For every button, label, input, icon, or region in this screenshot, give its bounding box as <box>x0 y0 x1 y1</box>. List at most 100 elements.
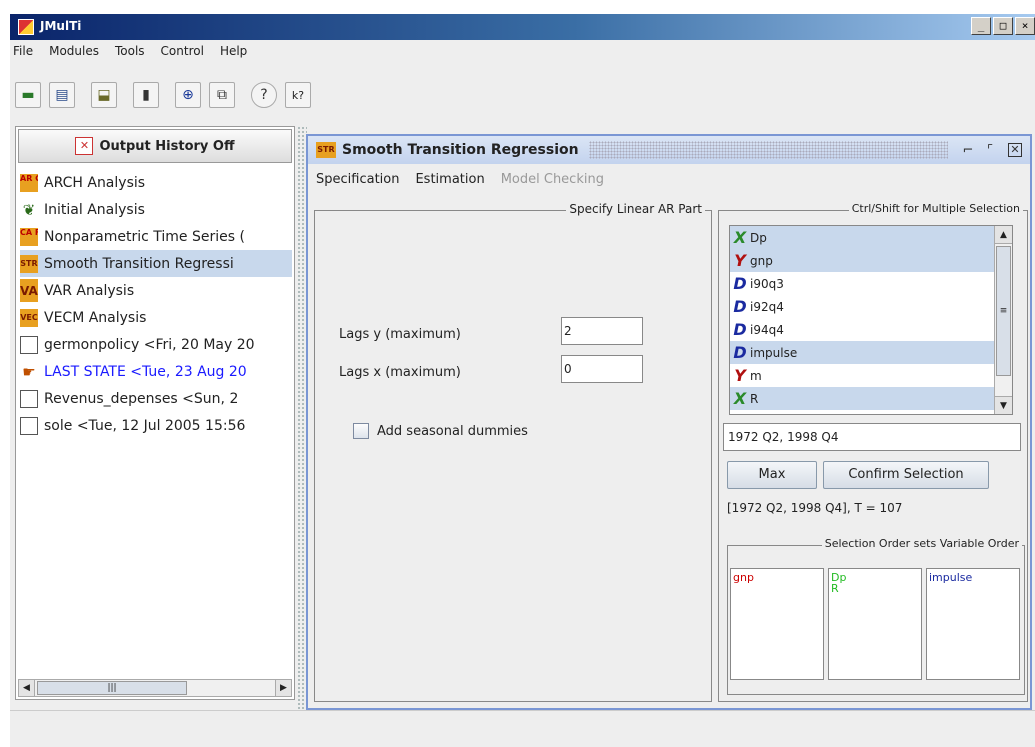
tree-item[interactable]: ❦ Initial Analysis <box>20 196 292 223</box>
seasonal-dummies-checkbox[interactable]: Add seasonal dummies <box>353 423 528 439</box>
scroll-left-icon[interactable]: ◀ <box>19 680 35 696</box>
variable-type-badge: D <box>733 343 747 362</box>
order-item: impulse <box>929 571 973 584</box>
tree-item-label: Smooth Transition Regressi <box>44 255 234 272</box>
variable-item[interactable]: Ygnp <box>730 249 1012 272</box>
selection-order-panel: Selection Order sets Variable Order gnp … <box>727 537 1025 695</box>
calculator-icon[interactable]: ▮ <box>133 82 159 108</box>
str-icon: STR <box>316 142 336 158</box>
variable-type-badge: Y <box>734 251 746 270</box>
document-icon <box>20 389 38 408</box>
variable-list[interactable]: X Dp Ygnp Di90q3 Di92q4 Di94q4 Dimpulse Ym X R ▲ … <box>729 225 1013 415</box>
iconify-icon[interactable]: ⌐ <box>958 143 978 158</box>
max-button[interactable]: Max <box>727 461 817 489</box>
variable-name: R <box>750 391 759 406</box>
variable-name: i92q4 <box>750 299 784 314</box>
tree-item-label: germonpolicy <Fri, 20 May 20 <box>44 336 255 353</box>
sample-status: [1972 Q2, 1998 Q4], T = 107 <box>727 501 903 515</box>
menu-model-checking: Model Checking <box>500 172 604 187</box>
maximize-button[interactable]: □ <box>993 17 1013 35</box>
lags-x-input[interactable]: 0 <box>561 355 643 383</box>
lags-y-label: Lags y (maximum) <box>339 327 461 342</box>
lags-y-input[interactable]: 2 <box>561 317 643 345</box>
tree-item-label: sole <Tue, 12 Jul 2005 15:56 <box>44 417 246 434</box>
menu-specification[interactable]: Specification <box>316 172 399 187</box>
menu-control[interactable]: Control <box>153 42 212 62</box>
list-scroll-thumb[interactable]: ≡ <box>996 246 1011 376</box>
linear-ar-panel: Specify Linear AR Part Lags y (maximum) … <box>314 202 712 702</box>
menu-modules[interactable]: Modules <box>41 42 107 62</box>
close-button[interactable]: × <box>1015 17 1035 35</box>
tree-item[interactable]: AR CH ARCH Analysis <box>20 169 292 196</box>
order-box-deterministic: impulse <box>926 568 1020 680</box>
variable-selection-panel: Ctrl/Shift for Multiple Selection X Dp Ygn… <box>718 202 1028 702</box>
tree-item-label: Nonparametric Time Series ( <box>44 228 245 245</box>
confirm-selection-button[interactable]: Confirm Selection <box>823 461 989 489</box>
horizontal-scrollbar[interactable]: ◀ ||| ▶ <box>18 679 292 697</box>
scroll-right-icon[interactable]: ▶ <box>275 680 291 696</box>
tree-item[interactable]: CA FPE Nonparametric Time Series ( <box>20 223 292 250</box>
context-help-icon[interactable]: k? <box>285 82 311 108</box>
variable-type-badge: D <box>733 274 747 293</box>
history-off-icon: ✕ <box>75 137 94 155</box>
save-icon[interactable]: ▤ <box>49 82 75 108</box>
seasonal-dummies-label: Add seasonal dummies <box>377 423 528 439</box>
menu-help[interactable]: Help <box>212 42 255 62</box>
menu-estimation[interactable]: Estimation <box>415 172 484 187</box>
minimize-button[interactable]: _ <box>971 17 991 35</box>
menu-file[interactable]: File <box>10 42 41 62</box>
output-history-button[interactable]: ✕ Output History Off <box>18 129 292 163</box>
variable-item[interactable]: Dimpulse <box>730 341 1012 364</box>
variable-item[interactable]: Di92q4 <box>730 295 1012 318</box>
order-item: Dp <box>831 571 847 584</box>
sample-range-field[interactable]: 1972 Q2, 1998 Q4 <box>723 423 1021 451</box>
tree-item[interactable]: Revenus_depenses <Sun, 2 <box>20 385 292 412</box>
variable-item[interactable]: Di90q3 <box>730 272 1012 295</box>
variable-name: gnp <box>750 253 773 268</box>
tree-item[interactable]: sole <Tue, 12 Jul 2005 15:56 <box>20 412 292 439</box>
tree-item-label: VAR Analysis <box>44 282 135 299</box>
close-icon[interactable]: ✕ <box>1008 143 1022 157</box>
navigator-icon[interactable]: ⊕ <box>175 82 201 108</box>
variable-type-badge: X <box>733 389 747 408</box>
open-folder-icon[interactable]: ▬ <box>15 82 41 108</box>
app-icon <box>18 19 34 35</box>
document-icon <box>20 416 38 435</box>
maximize-icon[interactable]: ⌜ <box>980 143 1000 158</box>
help-icon[interactable]: ? <box>251 82 277 108</box>
tree-item-label: Revenus_depenses <Sun, 2 <box>44 390 239 407</box>
tree-item[interactable]: ☛ LAST STATE <Tue, 23 Aug 20 <box>20 358 292 385</box>
import-icon[interactable]: ⬓ <box>91 82 117 108</box>
scroll-down-icon[interactable]: ▼ <box>995 396 1012 414</box>
variable-name: i90q3 <box>750 276 784 291</box>
scroll-up-icon[interactable]: ▲ <box>995 226 1012 244</box>
copy-icon[interactable]: ⧉ <box>209 82 235 108</box>
selection-order-legend: Selection Order sets Variable Order <box>821 537 1022 550</box>
order-box-endogenous: gnp <box>730 568 824 680</box>
vertical-scrollbar[interactable]: ▲ ≡ ▼ <box>994 226 1012 414</box>
status-bar <box>10 710 1035 747</box>
variable-item[interactable]: Ym <box>730 364 1012 387</box>
toolbar: ▬ ▤ ⬓ ▮ ⊕ ⧉ ? k? <box>15 82 311 112</box>
module-tree: AR CH ARCH Analysis ❦ Initial Analysis CA FP… <box>20 169 292 669</box>
menu-tools[interactable]: Tools <box>107 42 153 62</box>
variable-item[interactable]: X Dp <box>730 226 1012 249</box>
selection-legend: Ctrl/Shift for Multiple Selection <box>848 202 1023 215</box>
variable-name: i94q4 <box>750 322 784 337</box>
menubar: File Modules Tools Control Help <box>10 42 255 62</box>
tree-item[interactable]: germonpolicy <Fri, 20 May 20 <box>20 331 292 358</box>
arch-icon: AR CH <box>20 173 38 192</box>
order-item: R <box>831 582 839 595</box>
tree-item[interactable]: VAR VAR Analysis <box>20 277 292 304</box>
scroll-thumb[interactable]: ||| <box>37 681 187 695</box>
variable-name: impulse <box>750 345 798 360</box>
variable-item[interactable]: Di94q4 <box>730 318 1012 341</box>
variable-name: Dp <box>750 230 767 245</box>
variable-name: m <box>750 368 762 383</box>
tree-item[interactable]: STR Smooth Transition Regressi <box>20 250 292 277</box>
str-title: Smooth Transition Regression <box>342 142 579 158</box>
checkbox-box[interactable] <box>353 423 369 439</box>
tree-item-label: VECM Analysis <box>44 309 147 326</box>
variable-item[interactable]: XR <box>730 387 1012 410</box>
tree-item[interactable]: VEC VECM Analysis <box>20 304 292 331</box>
